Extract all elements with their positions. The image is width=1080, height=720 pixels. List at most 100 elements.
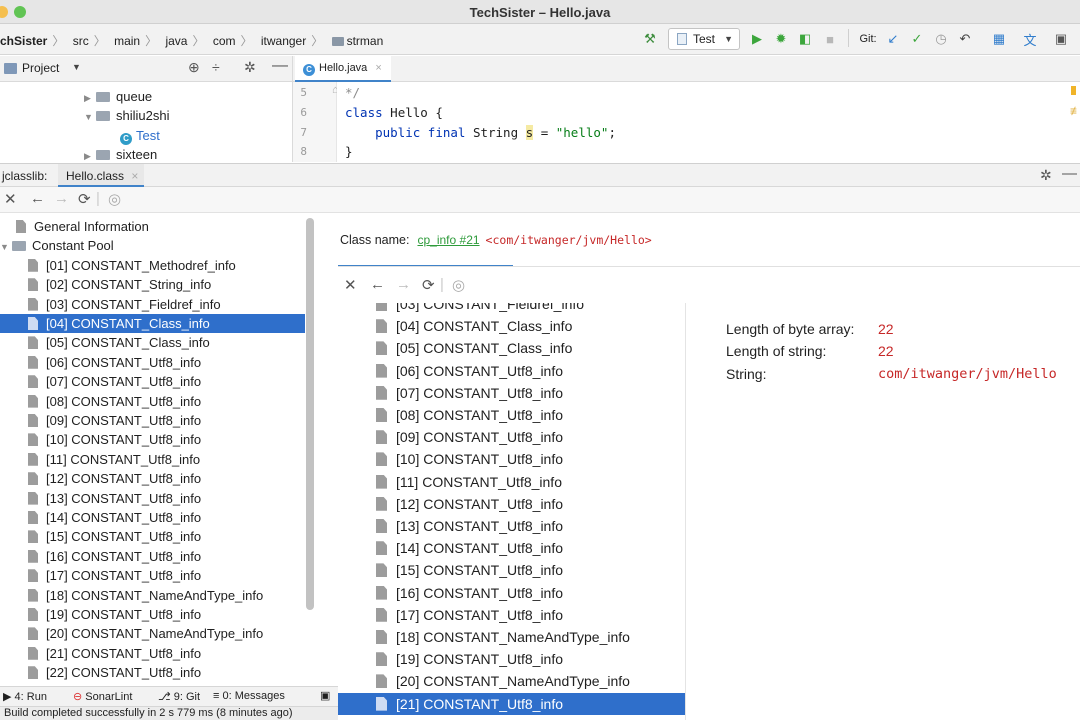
inner-constant-pool-item[interactable]: [20] CONSTANT_NameAndType_info [338, 670, 685, 692]
git-history-clock-icon[interactable]: ◷ [932, 29, 950, 49]
tree-item-shiliu2shi[interactable]: ▼ shiliu2shi [84, 106, 169, 126]
debug-bug-icon[interactable]: ✹ [772, 29, 790, 49]
chevron-down-icon[interactable]: ▼ [84, 107, 96, 127]
terminal-icon[interactable]: ▣ [320, 689, 330, 702]
locate-target-icon[interactable]: ⊕ [188, 59, 200, 76]
constant-pool-item[interactable]: [09] CONSTANT_Utf8_info [0, 411, 305, 430]
run-configuration-select[interactable]: Test ▼ [668, 28, 740, 50]
close-icon[interactable]: × [131, 169, 138, 183]
translate-icon[interactable]: 文 [1020, 29, 1040, 49]
inner-constant-pool-item[interactable]: [21] CONSTANT_Utf8_info [338, 692, 685, 715]
editor-tab-hello-java[interactable]: C Hello.java × [295, 56, 391, 82]
diff-marker[interactable]: ≢ [1070, 104, 1080, 126]
gear-icon[interactable]: ✲ [244, 59, 256, 76]
constant-pool-item[interactable]: [19] CONSTANT_Utf8_info [0, 605, 305, 624]
inner-constant-pool-item[interactable]: [14] CONSTANT_Utf8_info [338, 537, 685, 559]
browser-globe-icon[interactable]: ◎ [108, 190, 121, 208]
breadcrumb-com[interactable]: com [213, 34, 236, 48]
constant-pool-item[interactable]: [06] CONSTANT_Utf8_info [0, 353, 305, 372]
inner-constant-pool-item[interactable]: [17] CONSTANT_Utf8_info [338, 604, 685, 626]
constant-pool-item[interactable]: [03] CONSTANT_Fieldref_info [0, 295, 305, 314]
tree-item-queue[interactable]: ▶ queue [84, 87, 152, 107]
back-arrow-icon[interactable]: ← [30, 190, 45, 207]
run-icon[interactable]: ▶ [748, 29, 766, 49]
constant-pool-item[interactable]: [10] CONSTANT_Utf8_info [0, 430, 305, 449]
build-hammer-icon[interactable]: ⚒ [640, 29, 660, 49]
constant-pool-item[interactable]: [07] CONSTANT_Utf8_info [0, 372, 305, 391]
collapse-all-icon[interactable]: ÷ [212, 59, 220, 75]
git-tool-button[interactable]: ⎇ 9: Git [158, 690, 200, 703]
back-arrow-icon[interactable]: ← [370, 276, 385, 293]
tree-item-sixteen[interactable]: ▶ sixteen [84, 145, 157, 162]
constant-pool-item[interactable]: [14] CONSTANT_Utf8_info [0, 508, 305, 527]
git-rollback-icon[interactable]: ↶ [956, 29, 974, 49]
coverage-icon[interactable]: ◧ [796, 29, 814, 49]
tree-item-constant-pool[interactable]: ▼ Constant Pool [0, 236, 305, 255]
inner-constant-pool-item[interactable]: [13] CONSTANT_Utf8_info [338, 515, 685, 537]
tree-item-general-information[interactable]: General Information [0, 217, 305, 236]
project-structure-icon[interactable]: ▦ [990, 29, 1008, 49]
chevron-down-icon[interactable]: ▼ [72, 62, 81, 72]
inner-constant-pool-item[interactable]: [10] CONSTANT_Utf8_info [338, 448, 685, 470]
close-icon[interactable]: ✕ [4, 190, 17, 208]
breadcrumb-project[interactable]: chSister [0, 34, 47, 48]
breadcrumb-src[interactable]: src [73, 34, 89, 48]
inner-constant-pool-item[interactable]: [16] CONSTANT_Utf8_info [338, 582, 685, 604]
inner-constant-pool-item[interactable]: [03] CONSTANT_Fieldref_info [338, 303, 685, 315]
constant-pool-item[interactable]: [01] CONSTANT_Methodref_info [0, 256, 305, 275]
constant-pool-item[interactable]: [22] CONSTANT_Utf8_info [0, 663, 305, 682]
sonarlint-tool-button[interactable]: ⊖ SonarLint [73, 690, 132, 703]
forward-arrow-icon[interactable]: → [54, 190, 69, 207]
constant-pool-item[interactable]: [08] CONSTANT_Utf8_info [0, 392, 305, 411]
inner-constant-pool-item[interactable]: [12] CONSTANT_Utf8_info [338, 493, 685, 515]
close-icon[interactable]: ✕ [344, 276, 357, 294]
code-editor[interactable]: */ class Hello { public final String s =… [337, 82, 1080, 162]
constant-pool-item[interactable]: [12] CONSTANT_Utf8_info [0, 469, 305, 488]
git-commit-check-icon[interactable]: ✓ [908, 29, 926, 49]
tree-item-test-class[interactable]: C Test [120, 126, 160, 146]
terminal-panel-icon[interactable]: ▣ [1052, 29, 1070, 49]
inner-constant-pool-item[interactable]: [18] CONSTANT_NameAndType_info [338, 626, 685, 648]
inner-constant-pool-item[interactable]: [11] CONSTANT_Utf8_info [338, 471, 685, 493]
inner-constant-pool-item[interactable]: [19] CONSTANT_Utf8_info [338, 648, 685, 670]
inner-constant-pool-item[interactable]: [06] CONSTANT_Utf8_info [338, 360, 685, 382]
forward-arrow-icon[interactable]: → [396, 276, 411, 293]
refresh-icon[interactable]: ⟳ [78, 190, 91, 208]
gear-icon[interactable]: ✲ [1040, 167, 1052, 184]
breadcrumb-strman[interactable]: strman [347, 34, 384, 48]
constant-pool-item[interactable]: [17] CONSTANT_Utf8_info [0, 566, 305, 585]
inner-constant-pool-item[interactable]: [09] CONSTANT_Utf8_info [338, 426, 685, 448]
breadcrumb-java[interactable]: java [165, 34, 187, 48]
inner-constant-pool-item[interactable]: [05] CONSTANT_Class_info [338, 337, 685, 359]
constant-pool-item[interactable]: [02] CONSTANT_String_info [0, 275, 305, 294]
constant-pool-item[interactable]: [20] CONSTANT_NameAndType_info [0, 624, 305, 643]
run-tool-button[interactable]: ▶ 4: Run [3, 690, 47, 703]
constant-pool-item[interactable]: [15] CONSTANT_Utf8_info [0, 527, 305, 546]
cp-info-link[interactable]: cp_info #21 [417, 233, 479, 247]
constant-pool-item[interactable]: [18] CONSTANT_NameAndType_info [0, 586, 305, 605]
inner-constant-pool-item[interactable]: [08] CONSTANT_Utf8_info [338, 404, 685, 426]
messages-tool-button[interactable]: ≡ 0: Messages [213, 690, 285, 702]
chevron-right-icon[interactable]: ▶ [84, 88, 96, 108]
project-view-label[interactable]: Project [22, 61, 59, 75]
stop-icon[interactable]: ■ [822, 29, 838, 49]
inner-constant-pool-item[interactable]: [04] CONSTANT_Class_info [338, 315, 685, 337]
refresh-icon[interactable]: ⟳ [422, 276, 435, 294]
warning-marker[interactable] [1071, 86, 1076, 95]
chevron-right-icon[interactable]: ▶ [84, 146, 96, 162]
constant-pool-item[interactable]: [13] CONSTANT_Utf8_info [0, 489, 305, 508]
breadcrumb-main[interactable]: main [114, 34, 140, 48]
breadcrumb-itwanger[interactable]: itwanger [261, 34, 306, 48]
constant-pool-item[interactable]: [04] CONSTANT_Class_info [0, 314, 305, 334]
git-update-icon[interactable]: ↙ [884, 29, 902, 49]
constant-pool-item[interactable]: [21] CONSTANT_Utf8_info [0, 644, 305, 663]
hide-panel-icon[interactable]: — [272, 57, 288, 75]
constant-pool-item[interactable]: [05] CONSTANT_Class_info [0, 333, 305, 352]
hide-panel-icon[interactable]: — [1062, 165, 1077, 182]
inner-constant-pool-item[interactable]: [07] CONSTANT_Utf8_info [338, 382, 685, 404]
tab-hello-class[interactable]: Hello.class × [58, 164, 145, 187]
constant-pool-item[interactable]: [16] CONSTANT_Utf8_info [0, 547, 305, 566]
inner-constant-pool-item[interactable]: [15] CONSTANT_Utf8_info [338, 559, 685, 581]
constant-pool-item[interactable]: [11] CONSTANT_Utf8_info [0, 450, 305, 469]
left-tree-scrollbar[interactable] [306, 218, 314, 610]
